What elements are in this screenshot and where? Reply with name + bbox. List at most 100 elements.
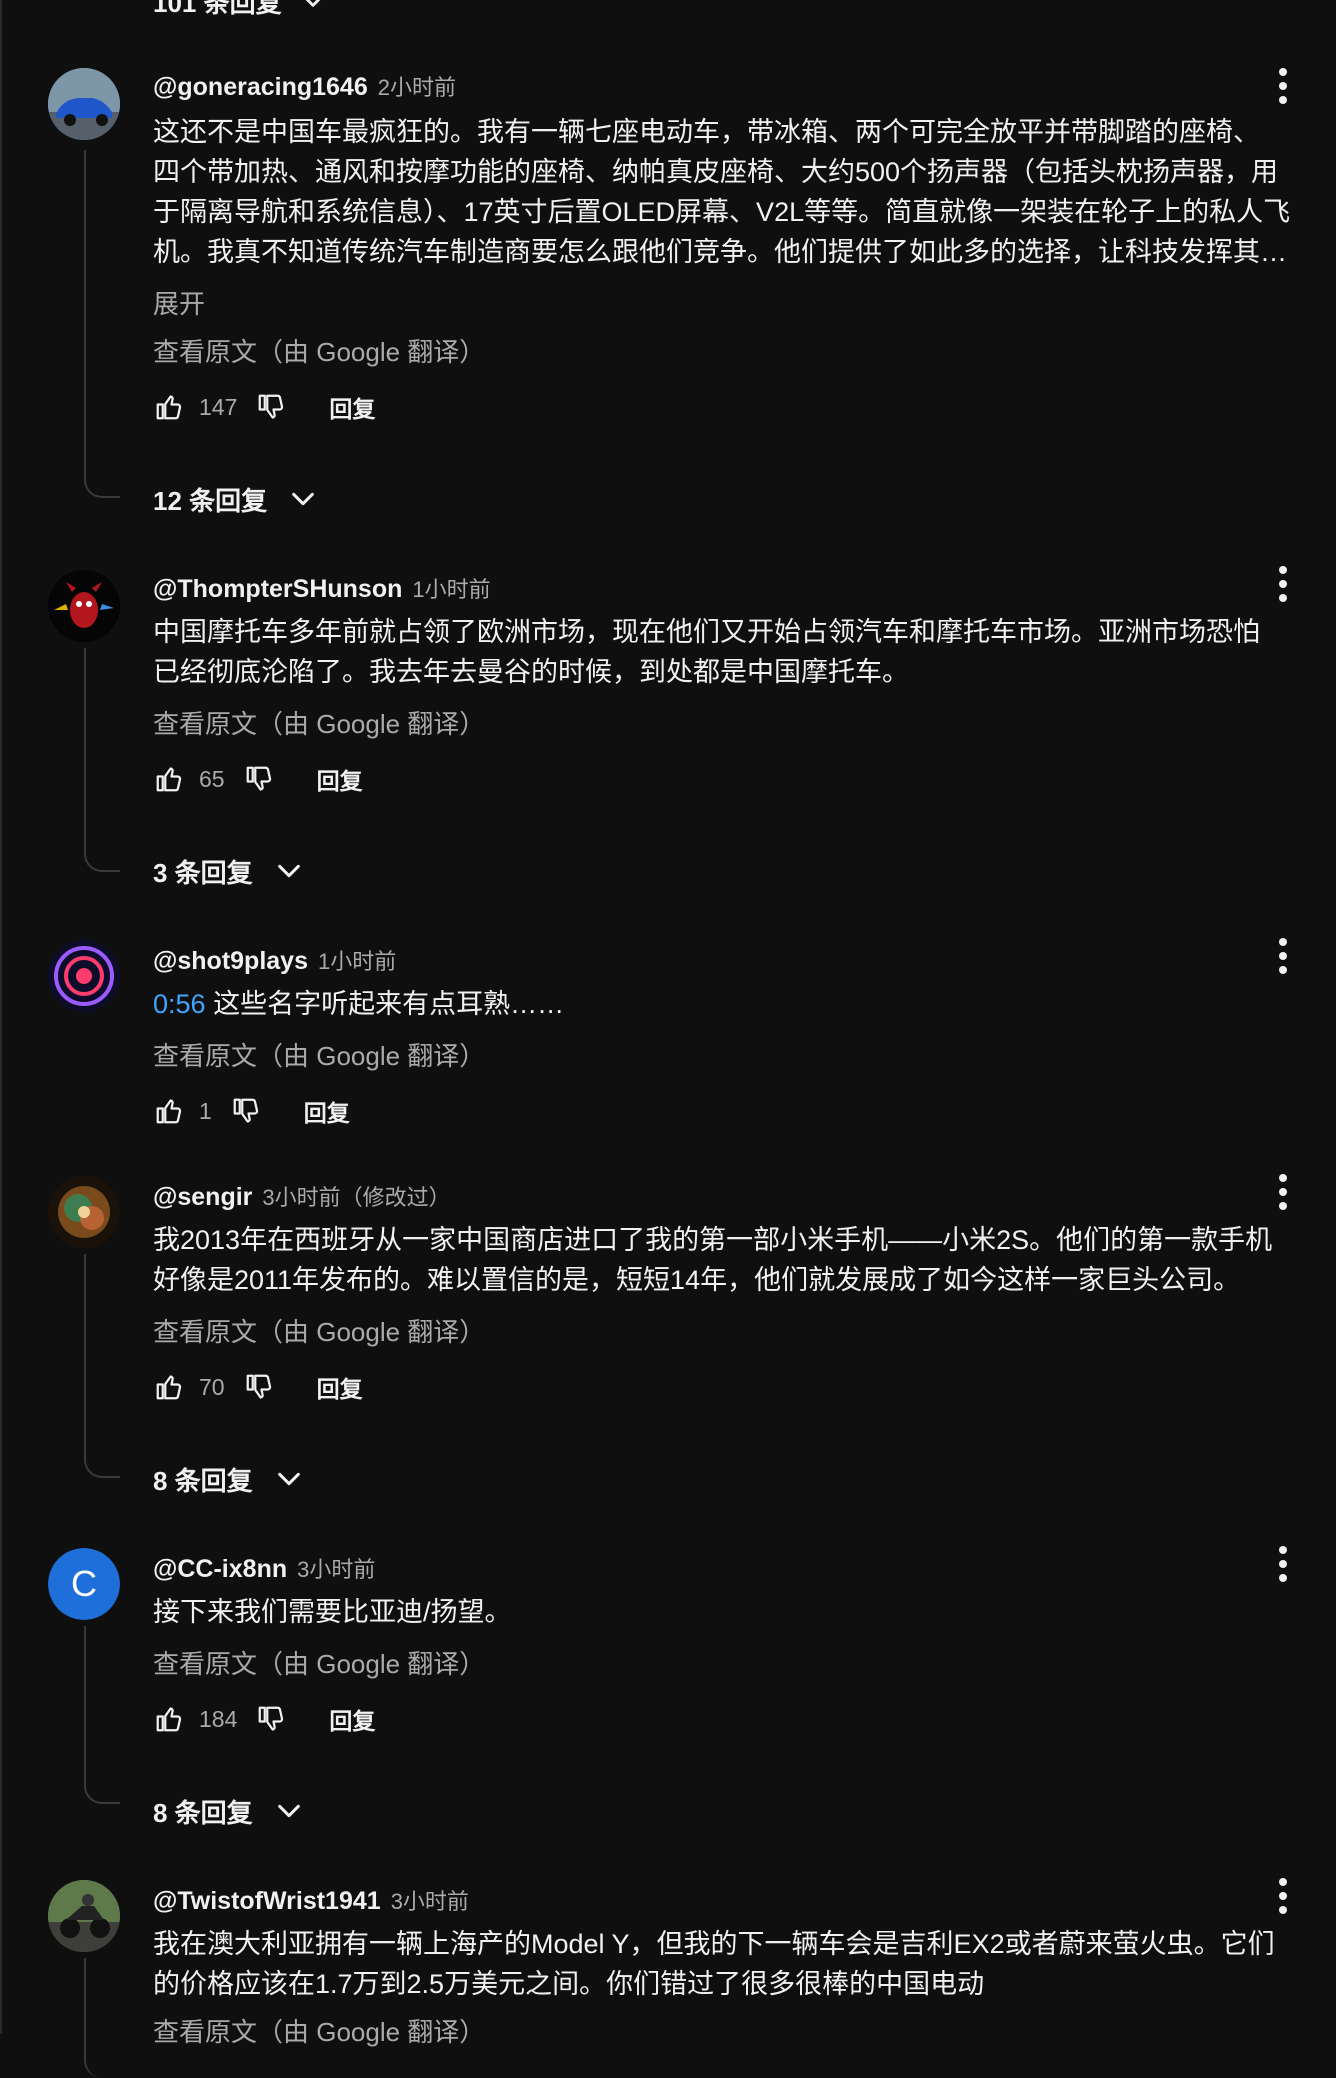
avatar[interactable] bbox=[48, 940, 120, 1012]
replies-count: 3 条回复 bbox=[153, 857, 253, 888]
comment-header: @TwistofWrist1941 3小时前 bbox=[153, 1884, 469, 1916]
comment-actions: 70 回复 bbox=[153, 1367, 363, 1407]
comment-text: 中国摩托车多年前就占领了欧洲市场，现在他们又开始占领汽车和摩托车市场。亚洲市场恐… bbox=[153, 612, 1323, 692]
dislike-icon bbox=[256, 1704, 286, 1734]
view-original-link[interactable]: 查看原文（由 Google 翻译） bbox=[153, 1036, 485, 1073]
like-button[interactable] bbox=[153, 1371, 185, 1403]
comment-text: 我2013年在西班牙从一家中国商店进口了我的第一部小米手机——小米2S。他们的第… bbox=[153, 1220, 1323, 1300]
more-vert-icon[interactable] bbox=[1272, 66, 1294, 106]
author-name[interactable]: @sengir bbox=[153, 1183, 252, 1212]
expand-link[interactable]: 展开 bbox=[153, 284, 205, 321]
like-count: 184 bbox=[199, 1705, 238, 1732]
reply-button[interactable]: 回复 bbox=[304, 1094, 350, 1128]
timestamp-link[interactable]: 0:56 bbox=[153, 989, 206, 1019]
reply-button[interactable]: 回复 bbox=[317, 1370, 363, 1404]
thread-line bbox=[84, 1626, 120, 1804]
replies-count: 12 条回复 bbox=[153, 485, 268, 516]
thread-line bbox=[84, 1254, 120, 1478]
comment-text-line: 于隔离导航和系统信息）、17英寸后置OLED屏幕、V2L等等。简直就像一架装在轮… bbox=[153, 197, 1291, 227]
reply-button[interactable]: 回复 bbox=[329, 390, 375, 424]
like-button[interactable] bbox=[153, 391, 185, 423]
comment-time[interactable]: 1小时前 bbox=[412, 572, 490, 604]
dislike-button[interactable] bbox=[255, 1703, 287, 1735]
thread-line bbox=[84, 648, 120, 872]
dislike-icon bbox=[244, 1372, 274, 1402]
dislike-button[interactable] bbox=[255, 391, 287, 423]
like-button[interactable] bbox=[153, 1703, 185, 1735]
like-count: 65 bbox=[199, 765, 225, 792]
like-icon bbox=[154, 1704, 184, 1734]
dislike-icon bbox=[244, 764, 274, 794]
dislike-button[interactable] bbox=[230, 1095, 262, 1127]
comment-header: @CC-ix8nn 3小时前 bbox=[153, 1552, 375, 1584]
comment-text-line: 这还不是中国车最疯狂的。我有一辆七座电动车，带冰箱、两个可完全放平并带脚踏的座椅… bbox=[153, 117, 1260, 147]
dislike-icon bbox=[231, 1096, 261, 1126]
author-name[interactable]: @shot9plays bbox=[153, 947, 308, 976]
more-vert-icon[interactable] bbox=[1272, 1876, 1294, 1916]
comment-text-line: 好像是2011年发布的。难以置信的是，短短14年，他们就发展成了如今这样一家巨头… bbox=[153, 1265, 1241, 1295]
avatar[interactable] bbox=[48, 68, 120, 140]
comment-text: 接下来我们需要比亚迪/扬望。 bbox=[153, 1597, 512, 1627]
replies-toggle[interactable]: 8 条回复 bbox=[153, 1459, 303, 1499]
author-name[interactable]: @ThompterSHunson bbox=[153, 575, 402, 604]
comment-text-line: 我在澳大利亚拥有一辆上海产的Model Y，但我的下一辆车会是吉利EX2或者蔚来… bbox=[153, 1929, 1275, 1959]
top-replies-toggle[interactable]: 101 条回复 bbox=[153, 0, 326, 18]
comment-header: @goneracing1646 2小时前 bbox=[153, 70, 456, 102]
comment-time[interactable]: 1小时前 bbox=[318, 944, 396, 976]
chevron-down-icon bbox=[275, 1465, 303, 1493]
comment-time[interactable]: 2小时前 bbox=[378, 70, 456, 102]
avatar[interactable]: C bbox=[48, 1548, 120, 1620]
nebula-avatar-image bbox=[48, 1176, 120, 1248]
left-border bbox=[0, 0, 2, 2034]
like-button[interactable] bbox=[153, 1095, 185, 1127]
replies-toggle[interactable]: 8 条回复 bbox=[153, 1791, 303, 1831]
devil-avatar-image bbox=[48, 570, 120, 642]
view-original-link[interactable]: 查看原文（由 Google 翻译） bbox=[153, 2012, 485, 2049]
comment-text-line: 四个带加热、通风和按摩功能的座椅、纳帕真皮座椅、大约500个扬声器（包括头枕扬声… bbox=[153, 157, 1279, 187]
like-icon bbox=[154, 1372, 184, 1402]
reply-button[interactable]: 回复 bbox=[329, 1702, 375, 1736]
like-icon bbox=[154, 764, 184, 794]
avatar[interactable] bbox=[48, 1176, 120, 1248]
replies-count: 8 条回复 bbox=[153, 1465, 253, 1496]
comment-text: 这还不是中国车最疯狂的。我有一辆七座电动车，带冰箱、两个可完全放平并带脚踏的座椅… bbox=[153, 112, 1323, 272]
chevron-down-icon bbox=[275, 857, 303, 885]
comment-time[interactable]: 3小时前 bbox=[297, 1552, 375, 1584]
reply-button[interactable]: 回复 bbox=[317, 762, 363, 796]
comment-time[interactable]: 3小时前（修改过） bbox=[262, 1180, 450, 1212]
comment-actions: 1 回复 bbox=[153, 1091, 350, 1131]
comment-text: 我在澳大利亚拥有一辆上海产的Model Y，但我的下一辆车会是吉利EX2或者蔚来… bbox=[153, 1924, 1323, 2004]
dislike-button[interactable] bbox=[243, 1371, 275, 1403]
comment-actions: 147 回复 bbox=[153, 387, 375, 427]
author-name[interactable]: @goneracing1646 bbox=[153, 73, 368, 102]
comment-header: @ThompterSHunson 1小时前 bbox=[153, 572, 491, 604]
comment-text-line: 我2013年在西班牙从一家中国商店进口了我的第一部小米手机——小米2S。他们的第… bbox=[153, 1225, 1273, 1255]
like-icon bbox=[154, 1096, 184, 1126]
more-vert-icon[interactable] bbox=[1272, 936, 1294, 976]
view-original-link[interactable]: 查看原文（由 Google 翻译） bbox=[153, 332, 485, 369]
avatar[interactable] bbox=[48, 570, 120, 642]
more-vert-icon[interactable] bbox=[1272, 1172, 1294, 1212]
thread-line bbox=[84, 150, 120, 498]
comment-actions: 184 回复 bbox=[153, 1699, 375, 1739]
more-vert-icon[interactable] bbox=[1272, 1544, 1294, 1584]
more-vert-icon[interactable] bbox=[1272, 564, 1294, 604]
view-original-link[interactable]: 查看原文（由 Google 翻译） bbox=[153, 1312, 485, 1349]
top-replies-label: 101 条回复 bbox=[153, 0, 282, 18]
author-name[interactable]: @TwistofWrist1941 bbox=[153, 1887, 381, 1916]
thread-line bbox=[84, 1958, 120, 2078]
like-button[interactable] bbox=[153, 763, 185, 795]
view-original-link[interactable]: 查看原文（由 Google 翻译） bbox=[153, 704, 485, 741]
replies-toggle[interactable]: 3 条回复 bbox=[153, 851, 303, 891]
like-count: 70 bbox=[199, 1373, 225, 1400]
author-name[interactable]: @CC-ix8nn bbox=[153, 1555, 287, 1584]
view-original-link[interactable]: 查看原文（由 Google 翻译） bbox=[153, 1644, 485, 1681]
replies-toggle[interactable]: 12 条回复 bbox=[153, 479, 317, 519]
comment-time[interactable]: 3小时前 bbox=[391, 1884, 469, 1916]
dislike-button[interactable] bbox=[243, 763, 275, 795]
avatar[interactable] bbox=[48, 1880, 120, 1952]
avatar-letter: C bbox=[48, 1548, 120, 1620]
comment-text-line: 已经彻底沦陷了。我去年去曼谷的时候，到处都是中国摩托车。 bbox=[153, 657, 909, 687]
dislike-icon bbox=[256, 392, 286, 422]
comment-header: @shot9plays 1小时前 bbox=[153, 944, 396, 976]
